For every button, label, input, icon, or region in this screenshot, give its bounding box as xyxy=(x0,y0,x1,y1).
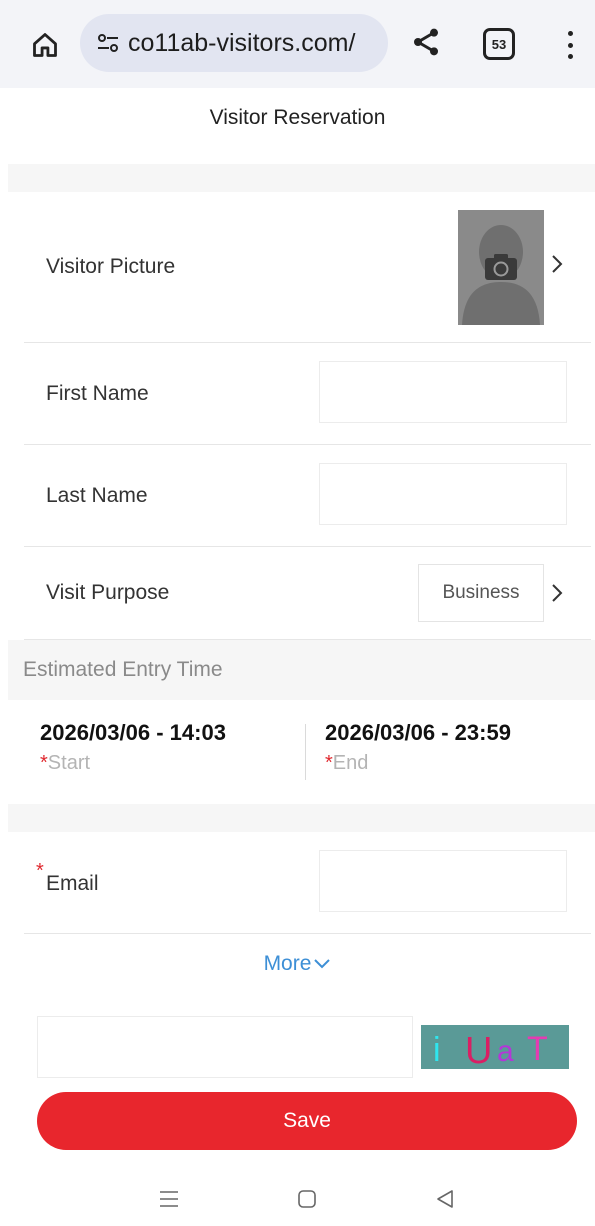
recents-icon[interactable] xyxy=(152,1182,186,1216)
email-required-mark: * xyxy=(36,860,44,882)
more-toggle[interactable]: More xyxy=(0,948,595,980)
email-label: Email xyxy=(46,872,99,895)
visit-purpose-label: Visit Purpose xyxy=(46,581,170,604)
end-time-label: *End xyxy=(325,752,369,774)
save-button[interactable]: Save xyxy=(37,1092,577,1150)
more-label[interactable]: More xyxy=(264,952,312,976)
end-time-picker[interactable]: 2026/03/06 - 23:59 *End xyxy=(325,720,511,775)
back-triangle-icon[interactable] xyxy=(428,1182,462,1216)
end-time-value[interactable]: 2026/03/06 - 23:59 xyxy=(325,720,511,746)
time-divider xyxy=(305,724,306,780)
last-name-input[interactable] xyxy=(319,463,567,525)
first-name-row: First Name xyxy=(24,343,591,445)
share-icon[interactable] xyxy=(408,24,444,60)
chevron-right-icon xyxy=(550,253,564,281)
email-input[interactable] xyxy=(319,850,567,912)
first-name-label: First Name xyxy=(46,382,149,405)
last-name-label: Last Name xyxy=(46,484,148,507)
captcha-char: U xyxy=(465,1030,492,1069)
visit-purpose-select[interactable]: Business xyxy=(418,564,544,622)
entry-time-section-header: Estimated Entry Time xyxy=(8,640,595,700)
start-time-label: *Start xyxy=(40,752,91,774)
visitor-picture-label: Visitor Picture xyxy=(46,255,176,278)
start-time-picker[interactable]: 2026/03/06 - 14:03 *Start xyxy=(40,720,226,775)
start-time-value[interactable]: 2026/03/06 - 14:03 xyxy=(40,720,226,746)
captcha-char: a xyxy=(497,1035,514,1068)
page-title: Visitor Reservation xyxy=(209,106,386,129)
first-name-input[interactable] xyxy=(319,361,567,423)
address-bar[interactable]: co11ab-visitors.com/ xyxy=(80,14,388,72)
visitor-photo-placeholder[interactable] xyxy=(458,210,544,325)
more-vert-icon[interactable] xyxy=(558,28,582,62)
section-spacer xyxy=(8,164,595,192)
browser-toolbar: co11ab-visitors.com/ 53 xyxy=(0,0,595,88)
system-nav-bar xyxy=(0,1170,595,1226)
chevron-down-icon xyxy=(313,952,331,976)
last-name-row: Last Name xyxy=(24,445,591,547)
url-text[interactable]: co11ab-visitors.com/ xyxy=(128,29,355,58)
home-icon[interactable] xyxy=(28,28,62,62)
visitor-picture-row[interactable]: Visitor Picture xyxy=(24,193,591,343)
home-square-icon[interactable] xyxy=(290,1182,324,1216)
captcha-image[interactable]: i U a T xyxy=(421,1025,569,1069)
captcha-char: i xyxy=(433,1031,441,1069)
tab-count: 53 xyxy=(491,36,507,52)
tab-switcher-icon[interactable]: 53 xyxy=(483,28,515,60)
chevron-right-icon xyxy=(550,582,564,610)
email-row: * Email xyxy=(24,832,591,934)
visit-purpose-row[interactable]: Visit Purpose Business xyxy=(24,547,591,640)
site-settings-icon[interactable] xyxy=(94,29,122,57)
section-spacer xyxy=(8,804,595,832)
captcha-input[interactable] xyxy=(37,1016,413,1078)
captcha-char: T xyxy=(527,1030,548,1068)
